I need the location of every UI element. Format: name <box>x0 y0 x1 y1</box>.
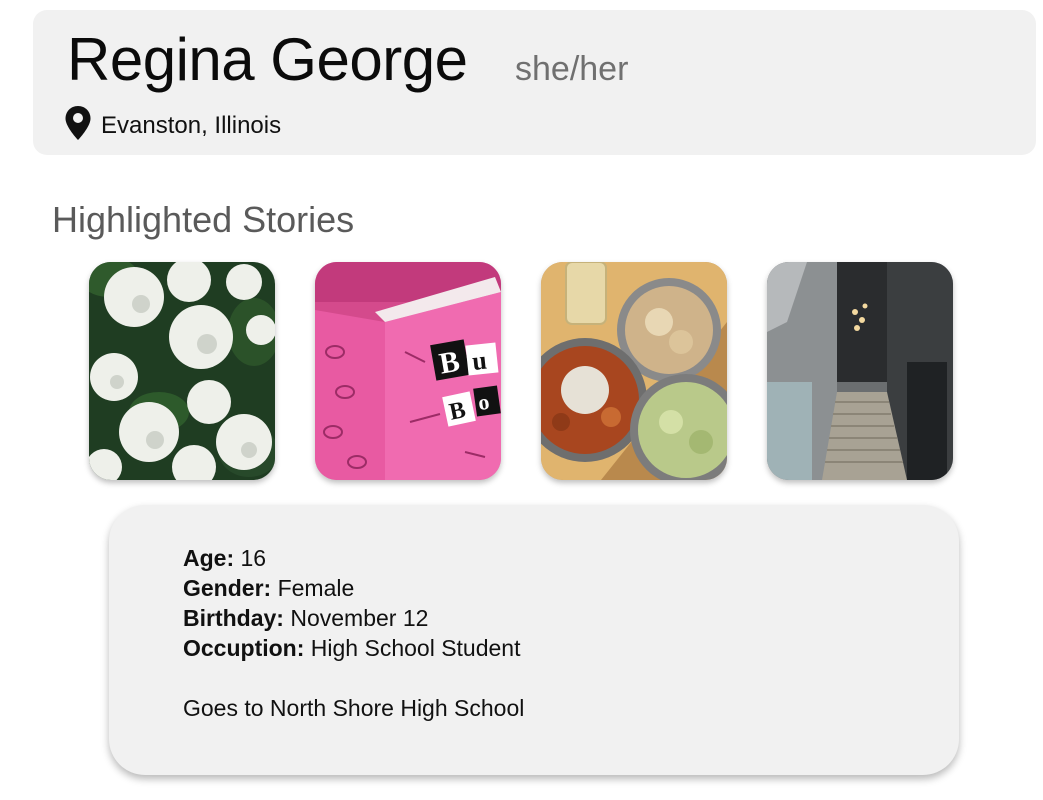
profile-details-card: Age: 16 Gender: Female Birthday: Novembe… <box>109 505 959 775</box>
occupation-label: Occuption: <box>183 635 305 661</box>
story-thumbnail-burn-book[interactable]: B u B o <box>315 262 501 480</box>
story-thumbnail-staircase[interactable] <box>767 262 953 480</box>
occupation-row: Occuption: High School Student <box>183 637 520 660</box>
gender-value: Female <box>277 575 355 601</box>
story-thumbnail-hydrangeas[interactable] <box>89 262 275 480</box>
story-image-staircase <box>767 262 953 480</box>
profile-location: Evanston, Illinois <box>101 112 282 139</box>
age-value: 16 <box>240 545 267 571</box>
profile-pronouns: she/her <box>515 50 629 88</box>
story-image-hydrangeas <box>89 262 275 480</box>
gender-row: Gender: Female <box>183 577 354 600</box>
birthday-value: November 12 <box>290 605 429 631</box>
gender-label: Gender: <box>183 575 272 601</box>
age-row: Age: 16 <box>183 547 266 570</box>
age-label: Age: <box>183 545 235 571</box>
highlighted-stories-title: Highlighted Stories <box>52 199 355 240</box>
birthday-row: Birthday: November 12 <box>183 607 428 630</box>
profile-header-card: Regina George she/her Evanston, Illinois <box>33 10 1036 155</box>
story-thumbnail-pasta-dinner[interactable] <box>541 262 727 480</box>
occupation-value: High School Student <box>310 635 521 661</box>
map-pin-icon <box>65 106 91 140</box>
profile-name: Regina George <box>67 26 468 93</box>
story-image-pasta-dinner <box>541 262 727 480</box>
story-image-burn-book: B u B o <box>315 262 501 480</box>
birthday-label: Birthday: <box>183 605 284 631</box>
svg-text:u: u <box>471 346 488 376</box>
school-note: Goes to North Shore High School <box>183 695 525 721</box>
